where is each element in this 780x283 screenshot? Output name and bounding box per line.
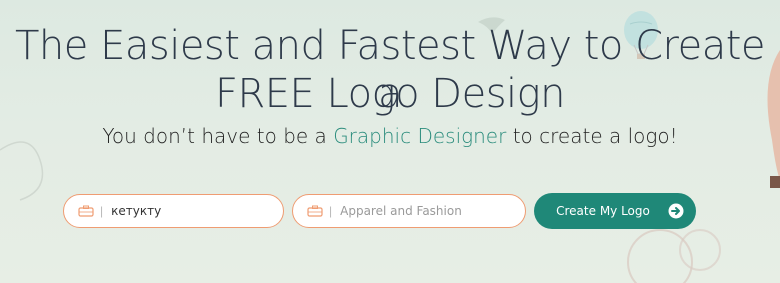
hero-title-line-2: FREE Logo Design [214, 71, 566, 117]
briefcase-icon [78, 205, 94, 217]
create-my-logo-button[interactable]: Create My Logo [534, 193, 696, 229]
company-name-field[interactable]: | [63, 194, 284, 228]
industry-input[interactable] [340, 204, 491, 218]
field-separator: | [329, 204, 333, 218]
industry-field[interactable]: | [292, 194, 526, 228]
arrow-right-circle-icon [668, 203, 684, 219]
subtitle-accent-link: Graphic Designer [333, 124, 507, 148]
hero-subtitle: You don’t have to be a Graphic Designer … [0, 124, 780, 148]
company-name-input[interactable] [111, 204, 262, 218]
briefcase-icon [307, 205, 323, 217]
create-my-logo-label: Create My Logo [556, 204, 650, 218]
field-separator: | [100, 204, 104, 218]
subtitle-text-post: to create a logo! [506, 124, 678, 148]
subtitle-text-pre: You don’t have to be a [102, 124, 334, 148]
